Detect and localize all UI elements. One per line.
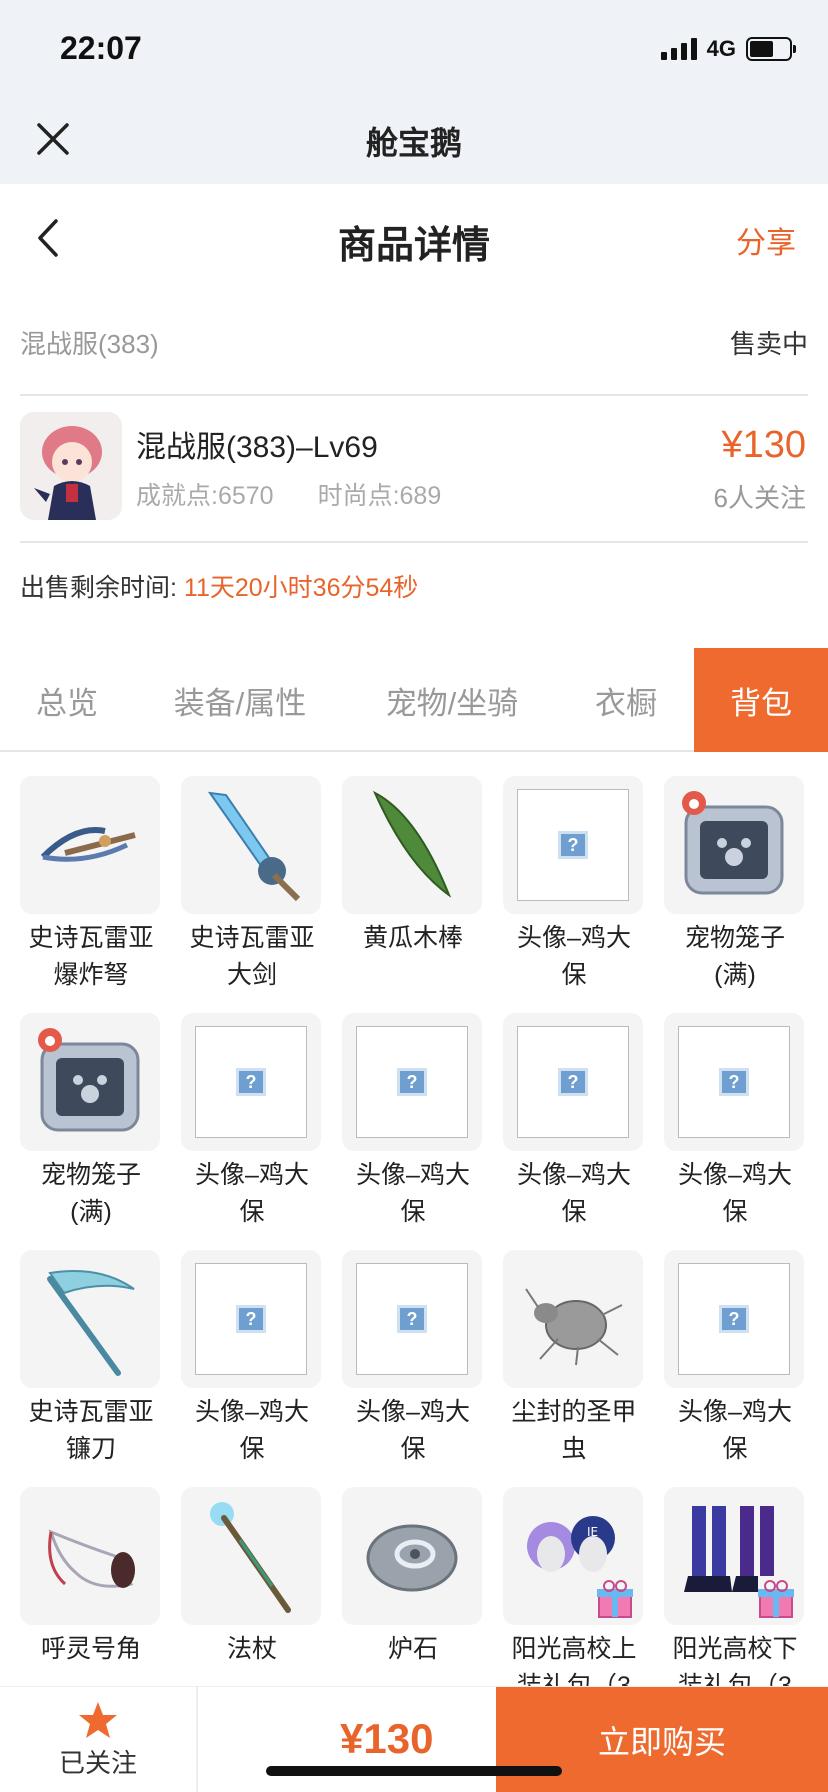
item-name: 头像–鸡大 保 [517, 1161, 631, 1226]
star-icon [79, 1701, 117, 1738]
tab-pets-mounts[interactable]: 宠物/坐骑 [346, 648, 558, 752]
gift-icon [597, 1580, 633, 1618]
item-name: 宠物笼子 (满) [684, 924, 785, 989]
item-name: 头像–鸡大 保 [195, 1161, 309, 1226]
grid-item[interactable]: ? 头像–鸡大 保 [664, 1250, 806, 1468]
network-type: 4G [706, 36, 736, 61]
grid-item[interactable]: 炉石 [342, 1487, 484, 1668]
gift-icon [758, 1580, 794, 1618]
status-indicators: 4G [660, 36, 796, 62]
grid-item[interactable]: 阳光高校下 装礼包（3 [664, 1487, 806, 1705]
unknown-item-icon: ? [517, 789, 629, 901]
battery-icon [746, 37, 796, 61]
grid-item[interactable]: 史诗瓦雷亚 镰刀 [20, 1250, 162, 1468]
item-name: 头像–鸡大 保 [356, 1161, 470, 1226]
grid-item[interactable]: ? 头像–鸡大 保 [503, 1013, 645, 1231]
grid-item[interactable]: ? 头像–鸡大 保 [342, 1013, 484, 1231]
item-name: 炉石 [387, 1635, 438, 1663]
item-name: 头像–鸡大 保 [678, 1161, 792, 1226]
grid-item[interactable]: ? 头像–鸡大 保 [664, 1013, 806, 1231]
fashion-points: 时尚点:689 [317, 482, 442, 510]
item-name: 黄瓜木棒 [362, 924, 463, 952]
item-name: 头像–鸡大 保 [517, 924, 631, 989]
status-time: 22:07 [60, 30, 142, 66]
grid-item[interactable]: 呼灵号角 [20, 1487, 162, 1668]
remaining-time-value: 11天20小时36分54秒 [183, 574, 419, 602]
product-price: ¥130 [721, 424, 806, 466]
app-bar: 舱宝鹅 [0, 100, 828, 184]
crossbow-icon [40, 827, 136, 862]
item-name: 宠物笼子 (满) [40, 1161, 141, 1226]
divider [20, 394, 808, 396]
pet-cage-icon [38, 1028, 140, 1132]
share-button[interactable]: 分享 [736, 218, 796, 262]
buy-now-button[interactable]: 立即购买 [496, 1687, 828, 1792]
sale-status: 售卖中 [729, 328, 808, 359]
unknown-item-icon: ? [678, 1263, 790, 1375]
unknown-item-icon: ? [356, 1263, 468, 1375]
unknown-item-icon: ? [356, 1026, 468, 1138]
item-name: 头像–鸡大 保 [195, 1398, 309, 1463]
achievement-points: 成就点:6570 [136, 482, 274, 510]
nav-bar: 商品详情 分享 [0, 184, 828, 292]
grid-item[interactable]: ? 头像–鸡大 保 [342, 1250, 484, 1468]
unknown-item-icon: ? [195, 1263, 307, 1375]
app-title: 舱宝鹅 [365, 125, 462, 161]
grid-item[interactable]: 法杖 [181, 1487, 323, 1668]
product-name: 混战服(383)–Lv69 [136, 431, 378, 464]
grid-item[interactable]: ? 头像–鸡大 保 [503, 776, 645, 994]
grid-item[interactable]: 史诗瓦雷亚 爆炸弩 [20, 776, 162, 994]
signal-icon [660, 38, 697, 60]
divider [20, 541, 808, 543]
scythe-icon [47, 1270, 135, 1376]
tab-backpack[interactable]: 背包 [694, 648, 828, 752]
item-name: 法杖 [226, 1635, 277, 1663]
follow-button[interactable]: 已关注 [0, 1687, 198, 1792]
grid-item[interactable]: 宠物笼子 (满) [20, 1013, 162, 1231]
item-name: 头像–鸡大 保 [678, 1398, 792, 1463]
beetle-icon [525, 1288, 623, 1366]
unknown-item-icon: ? [517, 1026, 629, 1138]
grid-item[interactable]: 史诗瓦雷亚 大剑 [181, 776, 323, 994]
item-name: 史诗瓦雷亚 爆炸弩 [28, 924, 154, 989]
hearthstone-icon [366, 1524, 458, 1592]
tab-overview[interactable]: 总览 [0, 648, 134, 752]
item-name: 头像–鸡大 保 [356, 1398, 470, 1463]
item-name: 史诗瓦雷亚 镰刀 [28, 1398, 154, 1463]
follower-count: 6人关注 [713, 483, 806, 513]
grid-item[interactable]: IE 阳光高校上 装礼包（3 [503, 1487, 645, 1705]
page-title: 商品详情 [337, 225, 490, 267]
server-name: 混战服(383) [20, 328, 159, 359]
item-name: 尘封的圣甲 虫 [511, 1398, 637, 1463]
server-row: 混战服(383) 售卖中 [20, 310, 808, 374]
tab-wardrobe[interactable]: 衣橱 [558, 648, 694, 752]
character-avatar [20, 412, 122, 520]
product-stats: 成就点:6570 时尚点:689 [136, 476, 441, 512]
grid-item[interactable]: 黄瓜木棒 [342, 776, 484, 957]
unknown-item-icon: ? [195, 1026, 307, 1138]
item-name: 史诗瓦雷亚 大剑 [189, 924, 315, 989]
grid-item[interactable]: ? 头像–鸡大 保 [181, 1013, 323, 1231]
svg-text:IE: IE [587, 1525, 598, 1539]
tab-bar: 总览 装备/属性 宠物/坐骑 衣橱 背包 [0, 648, 828, 752]
item-name: 呼灵号角 [40, 1635, 141, 1663]
home-indicator [266, 1766, 562, 1776]
cucumber-club-icon [372, 790, 452, 898]
product-summary: 混战服(383)–Lv69 成就点:6570 时尚点:689 ¥130 6人关注 [20, 412, 808, 524]
tab-equipment[interactable]: 装备/属性 [134, 648, 346, 752]
grid-item[interactable]: 尘封的圣甲 虫 [503, 1250, 645, 1468]
staff-icon [210, 1502, 291, 1613]
grid-item[interactable]: 宠物笼子 (满) [664, 776, 806, 994]
remaining-time-label: 出售剩余时间: [20, 574, 177, 602]
bottom-price: ¥130 [340, 1715, 434, 1762]
bottom-bar: 已关注 ¥130 立即购买 [0, 1686, 828, 1792]
sword-icon [207, 791, 301, 902]
horn-icon [48, 1529, 135, 1588]
grid-item[interactable]: ? 头像–鸡大 保 [181, 1250, 323, 1468]
pet-cage-icon [682, 791, 784, 895]
follow-label: 已关注 [58, 1747, 137, 1778]
remaining-time-row: 出售剩余时间: 11天20小时36分54秒 [20, 568, 418, 604]
status-bar: 22:07 4G [0, 0, 828, 100]
unknown-item-icon: ? [678, 1026, 790, 1138]
